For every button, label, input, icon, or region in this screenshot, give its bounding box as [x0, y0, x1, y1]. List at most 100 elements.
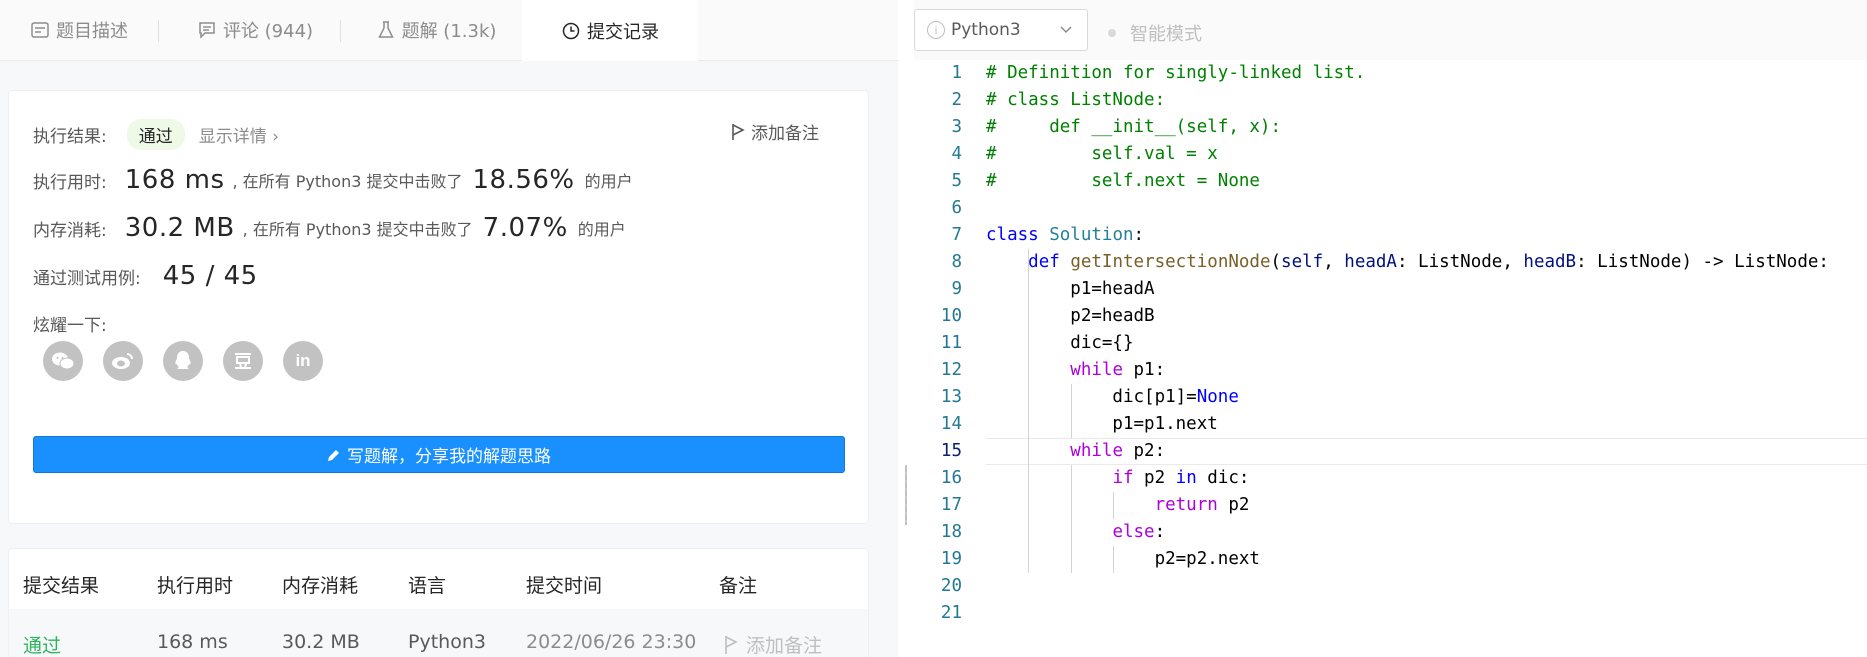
show-detail-link[interactable]: 显示详情 ›: [199, 122, 279, 147]
code-line[interactable]: 15 while p2:: [914, 438, 1867, 465]
line-number: 2: [951, 90, 962, 110]
code-line[interactable]: 6: [914, 195, 1867, 222]
line-number: 10: [940, 306, 962, 326]
code-text: return p2: [1154, 495, 1250, 515]
code-text: # self.next = None: [986, 171, 1260, 191]
memory-label: 内存消耗:: [33, 220, 107, 241]
line-number: 5: [951, 171, 962, 191]
tab-bar: 题目描述 评论 (944) 题解 (1.3k) 提交记录: [0, 0, 898, 61]
row-runtime: 168 ms: [157, 631, 228, 653]
code-text: # def __init__(self, x):: [986, 117, 1282, 137]
linkedin-icon[interactable]: in: [283, 341, 323, 381]
code-line[interactable]: 7 class Solution:: [914, 222, 1867, 249]
write-solution-label: 写题解，分享我的解题思路: [347, 447, 551, 467]
code-text: def getIntersectionNode(self, headA: Lis…: [1028, 252, 1829, 272]
line-number: 18: [940, 522, 962, 542]
code-text: else:: [1112, 522, 1166, 542]
weibo-icon[interactable]: [103, 341, 143, 381]
chevron-right-icon: ›: [272, 127, 279, 147]
row-add-note-label: 添加备注: [746, 635, 823, 657]
code-line[interactable]: 19 p2=p2.next: [914, 546, 1867, 573]
submissions-table: 提交结果 执行用时 内存消耗 语言 提交时间 备注 通过 168 ms 30.2…: [8, 548, 869, 657]
code-line[interactable]: 4 # self.val = x: [914, 141, 1867, 168]
code-line[interactable]: 1 # Definition for singly-linked list.: [914, 60, 1867, 87]
line-number: 3: [951, 117, 962, 137]
tab-label: 评论 (944): [222, 21, 314, 42]
code-line[interactable]: 20: [914, 573, 1867, 600]
wechat-icon[interactable]: [43, 341, 83, 381]
line-number: 11: [940, 333, 962, 353]
panel-divider[interactable]: [898, 0, 914, 657]
row-submitted: 2022/06/26 23:30: [526, 631, 697, 653]
line-number: 7: [951, 225, 962, 245]
code-line[interactable]: 13 dic[p1]=None: [914, 384, 1867, 411]
chevron-down-icon: [1059, 21, 1073, 41]
indent-guide: [1113, 492, 1115, 519]
code-text: while p1:: [1070, 360, 1166, 380]
col-language-header: 语言: [408, 575, 447, 597]
tab-submissions[interactable]: 提交记录: [522, 0, 698, 61]
tab-solutions[interactable]: 题解 (1.3k): [352, 0, 520, 60]
code-line[interactable]: 9 p1=headA: [914, 276, 1867, 303]
smart-mode-toggle[interactable]: 智能模式: [1108, 20, 1202, 46]
language-value: Python3: [951, 20, 1021, 40]
code-line[interactable]: 17 return p2: [914, 492, 1867, 519]
indent-guide: [1113, 546, 1115, 573]
line-number: 19: [940, 549, 962, 569]
tab-comments[interactable]: 评论 (944): [170, 0, 340, 60]
write-solution-button[interactable]: 写题解，分享我的解题思路: [33, 436, 845, 473]
language-select[interactable]: i Python3: [914, 9, 1088, 51]
row-status-link[interactable]: 通过: [23, 631, 61, 657]
code-text: while p2:: [1070, 441, 1166, 461]
runtime-label: 执行用时:: [33, 172, 107, 193]
code-line[interactable]: 3 # def __init__(self, x):: [914, 114, 1867, 141]
code-text: dic={}: [986, 333, 1134, 353]
row-memory: 30.2 MB: [282, 631, 360, 653]
memory-value: 30.2 MB: [124, 213, 235, 243]
col-runtime-header: 执行用时: [157, 575, 234, 597]
code-line[interactable]: 10 p2=headB: [914, 303, 1867, 330]
tab-description[interactable]: 题目描述: [0, 0, 158, 60]
code-text: # class ListNode:: [986, 90, 1166, 110]
tab-divider: [158, 20, 159, 42]
code-line[interactable]: 18 else:: [914, 519, 1867, 546]
code-line[interactable]: 14 p1=p1.next: [914, 411, 1867, 438]
info-icon: i: [927, 21, 945, 39]
code-line[interactable]: 5 # self.next = None: [914, 168, 1867, 195]
line-number: 20: [940, 576, 962, 596]
line-number: 4: [951, 144, 962, 164]
editor-toolbar: i Python3 智能模式: [914, 0, 1867, 60]
description-icon: [30, 20, 50, 40]
resize-handle[interactable]: [905, 465, 907, 525]
code-text: p2=p2.next: [986, 549, 1260, 569]
line-number: 1: [951, 63, 962, 83]
share-row: 炫耀一下:: [33, 311, 107, 336]
flag-icon: [724, 635, 738, 655]
flask-icon: [376, 20, 396, 40]
qq-icon[interactable]: [163, 341, 203, 381]
indent-guide: [1070, 384, 1072, 438]
runtime-row: 执行用时: 168 ms , 在所有 Python3 提交中击败了 18.56%…: [33, 165, 633, 195]
code-line[interactable]: 16 if p2 in dic:: [914, 465, 1867, 492]
line-number: 15: [940, 441, 962, 461]
tests-value: 45 / 45: [162, 261, 258, 291]
tab-label: 题解 (1.3k): [401, 21, 497, 42]
exec-result-label: 执行结果:: [33, 127, 107, 147]
line-number: 8: [951, 252, 962, 272]
douban-icon[interactable]: [223, 341, 263, 381]
code-line[interactable]: 21: [914, 600, 1867, 627]
indent-guide: [1028, 249, 1030, 573]
code-line[interactable]: 2 # class ListNode:: [914, 87, 1867, 114]
flag-icon: [731, 123, 745, 141]
add-note-button[interactable]: 添加备注: [731, 119, 819, 144]
code-line[interactable]: 12 while p1:: [914, 357, 1867, 384]
runtime-percent: 18.56%: [472, 165, 575, 195]
pencil-icon: [327, 448, 341, 462]
add-note-label: 添加备注: [751, 124, 819, 144]
status-badge: 通过: [126, 119, 185, 150]
row-add-note-button[interactable]: 添加备注: [724, 631, 822, 657]
editor-panel: i Python3 智能模式 1 # Definition for singly-…: [914, 0, 1867, 657]
code-line[interactable]: 11 dic={}: [914, 330, 1867, 357]
code-text: p1=p1.next: [986, 414, 1218, 434]
code-line[interactable]: 8 def getIntersectionNode(self, headA: L…: [914, 249, 1867, 276]
